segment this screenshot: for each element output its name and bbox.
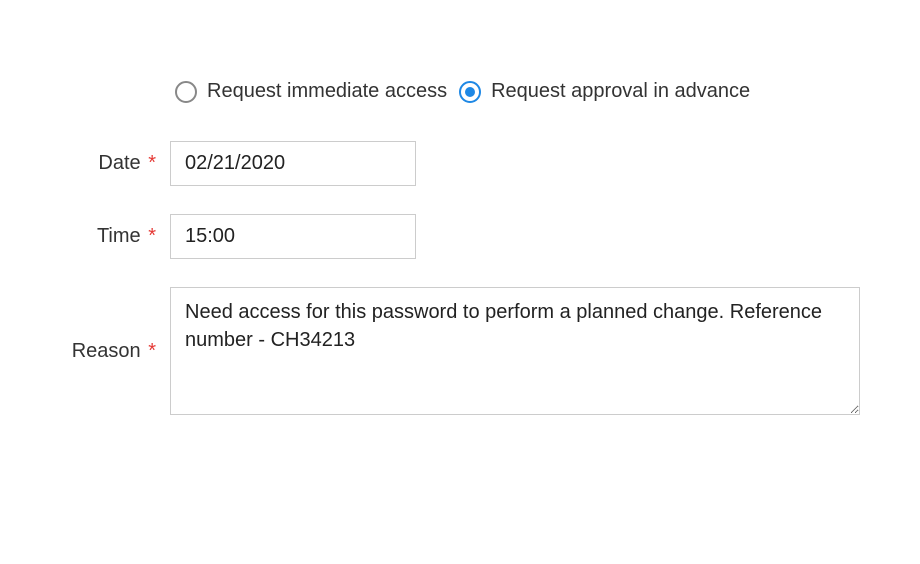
date-input[interactable]	[170, 141, 416, 186]
radio-option-advance[interactable]: Request approval in advance	[459, 80, 750, 103]
radio-icon-checked[interactable]	[459, 81, 481, 103]
time-label-text: Time	[97, 225, 141, 247]
date-field-row: Date *	[40, 141, 860, 186]
reason-textarea[interactable]	[170, 287, 860, 415]
required-asterisk: *	[148, 225, 156, 247]
radio-label-immediate[interactable]: Request immediate access	[207, 80, 447, 103]
reason-label-text: Reason	[72, 340, 141, 362]
radio-option-immediate[interactable]: Request immediate access	[175, 80, 447, 103]
required-asterisk: *	[148, 340, 156, 362]
radio-dot-icon	[465, 87, 475, 97]
time-label: Time *	[40, 225, 170, 248]
access-request-form: Request immediate access Request approva…	[40, 80, 860, 415]
radio-icon-unchecked[interactable]	[175, 81, 197, 103]
request-type-radio-group: Request immediate access Request approva…	[175, 80, 860, 103]
reason-field-row: Reason *	[40, 287, 860, 415]
radio-label-advance[interactable]: Request approval in advance	[491, 80, 750, 103]
time-field-row: Time *	[40, 214, 860, 259]
date-label-text: Date	[98, 152, 140, 174]
required-asterisk: *	[148, 152, 156, 174]
reason-label: Reason *	[40, 340, 170, 363]
time-input[interactable]	[170, 214, 416, 259]
date-label: Date *	[40, 152, 170, 175]
